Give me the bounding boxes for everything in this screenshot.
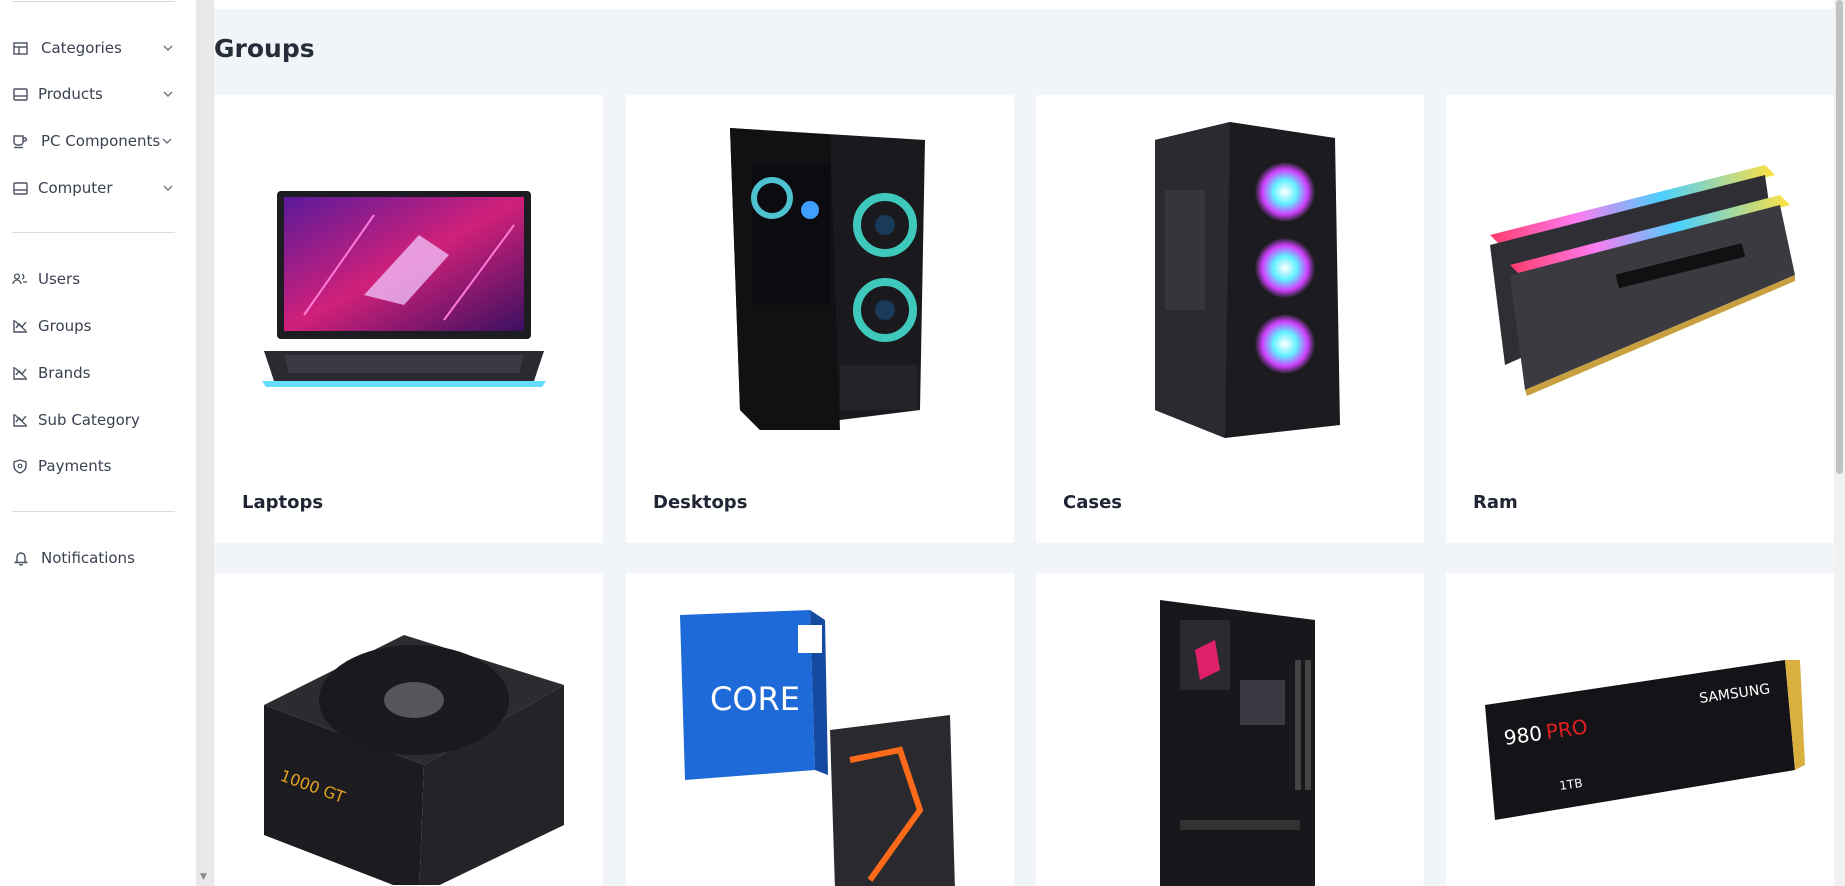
main-scrollbar[interactable] [1834, 0, 1845, 886]
sidebar-item-label: Categories [41, 39, 122, 57]
sidebar-item-groups[interactable]: Groups [0, 306, 196, 346]
chevron-down-icon[interactable] [161, 41, 175, 55]
sidebar-item-categories[interactable]: Categories [0, 28, 196, 68]
table-icon [12, 40, 28, 56]
sidebar-item-products[interactable]: Products [0, 74, 196, 114]
panel-icon [12, 180, 28, 196]
sidebar-item-label: Users [38, 270, 81, 288]
motherboard-image [1036, 599, 1424, 886]
chart-icon [12, 318, 28, 334]
group-card-motherboard[interactable] [1036, 573, 1424, 886]
shield-icon [12, 458, 28, 474]
sidebar-item-brands[interactable]: Brands [0, 353, 196, 393]
sidebar: Categories Products PC Components Comput… [0, 0, 196, 886]
group-card-power-supply[interactable]: 1000 GT [215, 573, 603, 886]
chevron-down-icon[interactable] [160, 134, 174, 148]
sidebar-item-label: Sub Category [38, 411, 140, 429]
ssd-image: 980 PRO SAMSUNG 1TB [1446, 603, 1834, 886]
group-name: Cases [1063, 492, 1122, 513]
group-card-ssd[interactable]: 980 PRO SAMSUNG 1TB [1446, 573, 1834, 886]
ram-image [1446, 95, 1834, 455]
group-name: Ram [1473, 492, 1518, 513]
chart-icon [12, 365, 28, 381]
sidebar-item-payments[interactable]: Payments [0, 446, 196, 486]
cpu-boxes-image: CORE [626, 603, 1014, 886]
group-card-cases[interactable]: Cases [1036, 95, 1424, 543]
sidebar-divider [12, 232, 175, 233]
sidebar-item-label: Payments [38, 457, 112, 475]
pc-case-image [1036, 95, 1424, 455]
cup-icon [12, 133, 28, 149]
desktop-pc-image [626, 95, 1014, 455]
group-card-cpu[interactable]: CORE [626, 573, 1014, 886]
bell-icon [13, 550, 29, 566]
sidebar-divider [12, 511, 175, 512]
scroll-down-arrow-icon[interactable]: ▼ [200, 873, 207, 882]
group-card-laptops[interactable]: Laptops [215, 95, 603, 543]
sidebar-scrollbar[interactable]: ▼ [196, 0, 214, 886]
sidebar-item-pc-components[interactable]: PC Components [0, 121, 196, 161]
sidebar-item-label: Products [38, 85, 103, 103]
sidebar-item-notifications[interactable]: Notifications [0, 538, 196, 578]
chevron-down-icon[interactable] [161, 181, 175, 195]
laptop-image [215, 95, 603, 455]
panel-icon [12, 86, 28, 102]
sidebar-item-label: Brands [38, 364, 91, 382]
sidebar-item-computer[interactable]: Computer [0, 168, 196, 208]
sidebar-item-users[interactable]: Users [0, 259, 196, 299]
scrollbar-thumb[interactable] [1836, 0, 1843, 474]
power-supply-image: 1000 GT [215, 603, 603, 886]
sidebar-item-label: PC Components [41, 132, 161, 150]
sidebar-item-label: Notifications [41, 549, 135, 567]
sidebar-item-sub-category[interactable]: Sub Category [0, 400, 196, 440]
chevron-down-icon[interactable] [161, 87, 175, 101]
group-card-desktops[interactable]: Desktops [626, 95, 1014, 543]
users-icon [12, 271, 28, 287]
group-name: Desktops [653, 492, 748, 513]
group-name: Laptops [242, 492, 324, 513]
sidebar-divider-top [12, 1, 175, 2]
svg-text:CORE: CORE [710, 680, 800, 718]
top-bar [214, 0, 1834, 9]
sidebar-item-label: Computer [38, 179, 113, 197]
group-card-ram[interactable]: Ram [1446, 95, 1834, 543]
chart-icon [12, 412, 28, 428]
page-title: Groups [214, 34, 315, 63]
sidebar-item-label: Groups [38, 317, 92, 335]
